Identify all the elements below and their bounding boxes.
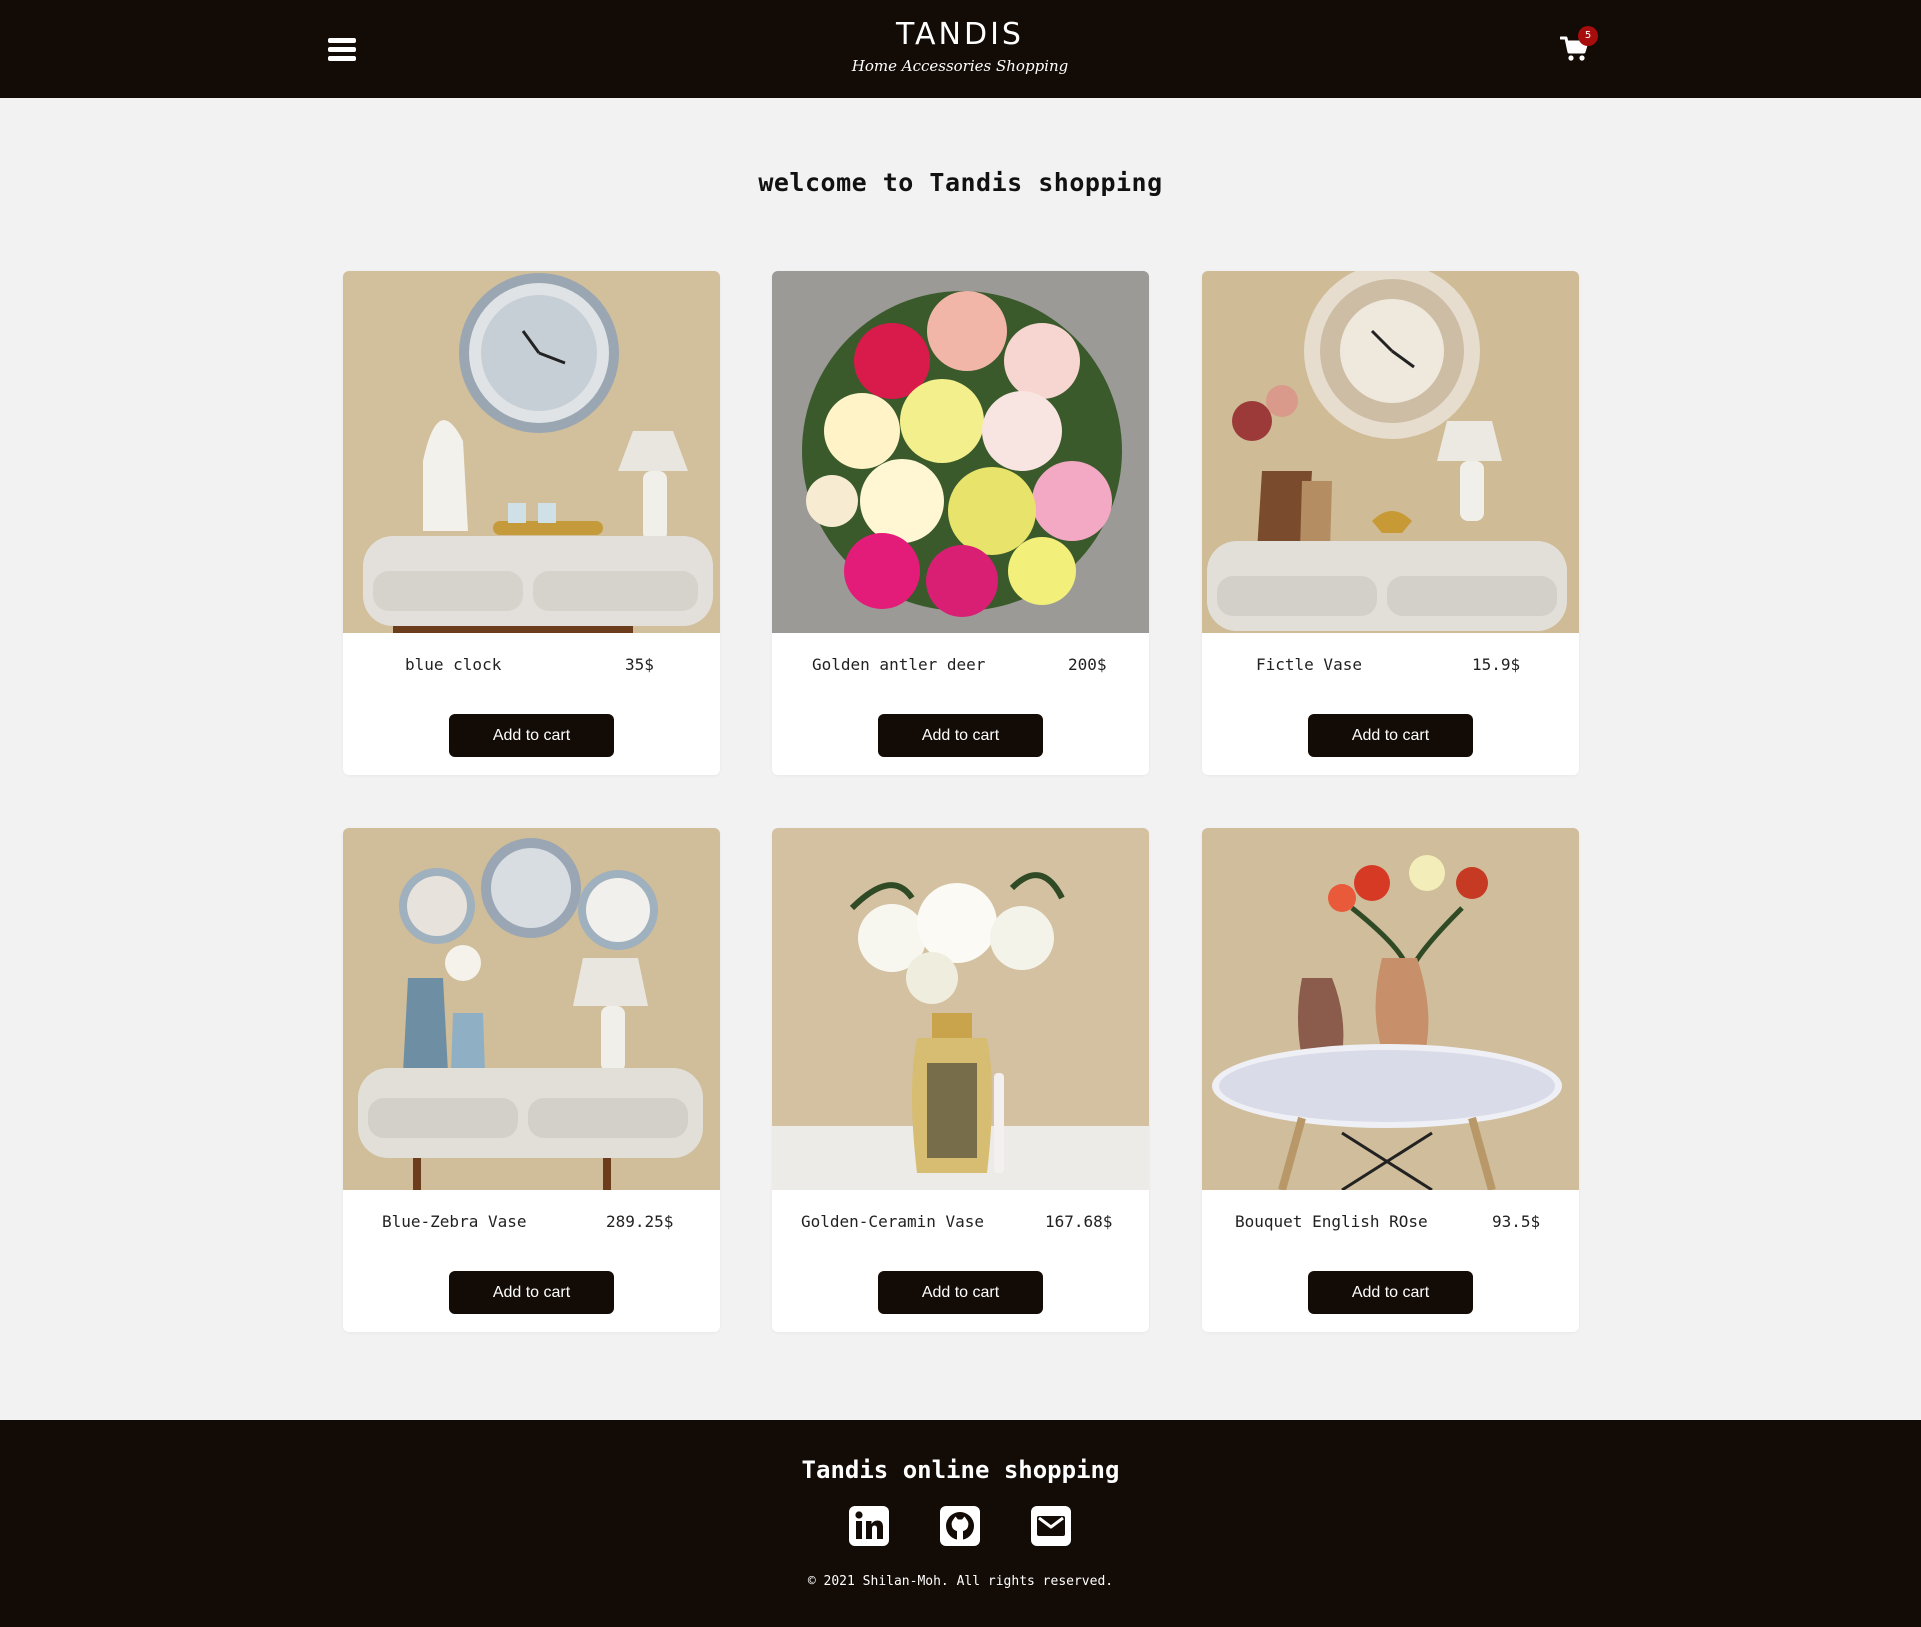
product-card: blue clock 35$ Add to cart bbox=[343, 271, 720, 775]
product-price: 93.5$ bbox=[1492, 1212, 1541, 1231]
add-to-cart-button[interactable]: Add to cart bbox=[1308, 1271, 1473, 1314]
github-icon[interactable] bbox=[940, 1506, 980, 1546]
product-info: Blue-Zebra Vase 289.25$ Add to cart bbox=[343, 1190, 720, 1332]
product-name: Fictle Vase bbox=[1256, 655, 1362, 674]
copyright-text: © 2021 Shilan-Moh. All rights reserved. bbox=[807, 1574, 1114, 1589]
product-info: blue clock 35$ Add to cart bbox=[343, 633, 720, 775]
product-card: Golden antler deer 200$ Add to cart bbox=[772, 271, 1149, 775]
brand-tagline: Home Accessories Shopping bbox=[851, 57, 1069, 75]
product-name: Bouquet English ROse bbox=[1235, 1212, 1428, 1231]
add-to-cart-button[interactable]: Add to cart bbox=[878, 714, 1043, 757]
product-image[interactable] bbox=[343, 828, 720, 1190]
cart-button[interactable]: 5 bbox=[1556, 26, 1600, 68]
product-name: blue clock bbox=[405, 655, 502, 674]
product-price: 35$ bbox=[625, 655, 654, 674]
product-price: 200$ bbox=[1068, 655, 1107, 674]
add-to-cart-button[interactable]: Add to cart bbox=[878, 1271, 1043, 1314]
product-name: Golden antler deer bbox=[812, 655, 986, 674]
product-price: 289.25$ bbox=[606, 1212, 674, 1231]
brand-logo[interactable]: TANDIS Home Accessories Shopping bbox=[820, 18, 1100, 76]
product-info: Golden antler deer 200$ Add to cart bbox=[772, 633, 1149, 775]
product-name: Blue-Zebra Vase bbox=[382, 1212, 527, 1231]
footer-title: Tandis online shopping bbox=[801, 1456, 1120, 1484]
product-image[interactable] bbox=[1202, 271, 1579, 633]
add-to-cart-button[interactable]: Add to cart bbox=[1308, 714, 1473, 757]
brand-name: TANDIS bbox=[896, 17, 1024, 52]
product-price: 15.9$ bbox=[1472, 655, 1521, 674]
product-card: Bouquet English ROse 93.5$ Add to cart bbox=[1202, 828, 1579, 1332]
product-card: Blue-Zebra Vase 289.25$ Add to cart bbox=[343, 828, 720, 1332]
product-image[interactable] bbox=[772, 828, 1149, 1190]
add-to-cart-button[interactable]: Add to cart bbox=[449, 1271, 614, 1314]
mail-icon[interactable] bbox=[1031, 1506, 1071, 1546]
product-name: Golden-Ceramin Vase bbox=[801, 1212, 985, 1231]
product-info: Fictle Vase 15.9$ Add to cart bbox=[1202, 633, 1579, 775]
product-info: Bouquet English ROse 93.5$ Add to cart bbox=[1202, 1190, 1579, 1332]
product-card: Golden-Ceramin Vase 167.68$ Add to cart bbox=[772, 828, 1149, 1332]
product-price: 167.68$ bbox=[1045, 1212, 1113, 1231]
product-info: Golden-Ceramin Vase 167.68$ Add to cart bbox=[772, 1190, 1149, 1332]
product-card: Fictle Vase 15.9$ Add to cart bbox=[1202, 271, 1579, 775]
product-image[interactable] bbox=[343, 271, 720, 633]
product-image[interactable] bbox=[1202, 828, 1579, 1190]
linkedin-icon[interactable] bbox=[849, 1506, 889, 1546]
footer: Tandis online shopping © 2021 Shilan-Moh… bbox=[0, 1420, 1921, 1627]
product-image[interactable] bbox=[772, 271, 1149, 633]
hamburger-menu-icon[interactable] bbox=[328, 36, 356, 62]
cart-count-badge: 5 bbox=[1578, 26, 1598, 46]
page-title: welcome to Tandis shopping bbox=[758, 168, 1163, 197]
add-to-cart-button[interactable]: Add to cart bbox=[449, 714, 614, 757]
top-navbar: TANDIS Home Accessories Shopping 5 bbox=[0, 0, 1921, 98]
